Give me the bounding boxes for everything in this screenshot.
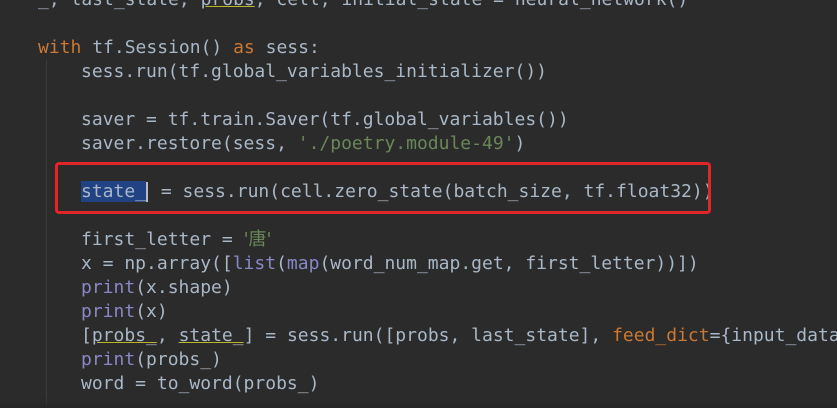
code-text: (: [276, 253, 287, 274]
code-text: first_letter =: [81, 229, 244, 250]
code-text: sess:: [254, 37, 320, 58]
code-text: ): [514, 133, 526, 154]
code-text: saver = tf.train.Saver(tf.global_variabl…: [81, 109, 569, 130]
code-line-13[interactable]: word = to_word(probs_): [81, 372, 319, 396]
code-line-4[interactable]: saver = tf.train.Saver(tf.global_variabl…: [81, 108, 569, 132]
text-cursor: [146, 182, 149, 202]
string-literal: '唐': [243, 229, 272, 250]
code-line-8[interactable]: x = np.array([list(map(word_num_map.get,…: [81, 252, 699, 276]
builtin-list: list: [232, 253, 277, 274]
code-text: state_: [178, 325, 244, 346]
code-text: ={input_data: x: [709, 325, 837, 346]
code-text: ,: [156, 325, 179, 346]
string-literal: './poetry.module-49': [297, 133, 515, 154]
code-text: (word_num_map.get, first_letter))]): [319, 253, 699, 274]
code-text: _, last_state,: [38, 0, 201, 10]
code-line-11[interactable]: [probs_, state_] = sess.run([probs, last…: [81, 324, 837, 348]
code-editor[interactable]: _, last_state, probs, cell, initial_stat…: [0, 0, 837, 408]
code-line-6-highlighted[interactable]: state_ = sess.run(cell.zero_state(batch_…: [81, 180, 714, 204]
code-text: x = np.array([: [81, 253, 233, 274]
code-text: tf.Session(): [81, 37, 234, 58]
code-text: [: [81, 325, 92, 346]
keyword-as: as: [233, 37, 255, 58]
code-line-12[interactable]: print(probs_): [81, 348, 222, 372]
code-text: (probs_): [135, 349, 222, 370]
code-text: , cell, initial_state = neural_network(): [255, 0, 688, 10]
keyword-param: feed_dict: [612, 325, 710, 346]
builtin-print: print: [81, 301, 136, 322]
code-text: probs: [201, 0, 255, 10]
code-text: (x.shape): [135, 277, 233, 298]
builtin-print: print: [81, 277, 136, 298]
builtin-map: map: [286, 253, 320, 274]
code-text: probs_: [91, 325, 157, 346]
code-line-3[interactable]: sess.run(tf.global_variables_initializer…: [81, 60, 547, 84]
code-text: ] = sess.run([probs, last_state],: [243, 325, 613, 346]
keyword-with: with: [38, 37, 82, 58]
code-line-7[interactable]: first_letter = '唐': [81, 228, 271, 252]
bottom-fade: [0, 398, 837, 408]
builtin-print: print: [81, 349, 136, 370]
code-line-1[interactable]: _, last_state, probs, cell, initial_stat…: [38, 0, 688, 12]
code-line-5[interactable]: saver.restore(sess, './poetry.module-49'…: [81, 132, 525, 156]
code-text: sess.run(tf.global_variables_initializer…: [81, 61, 547, 82]
code-text: saver.restore(sess,: [81, 133, 298, 154]
indent-guide: [46, 60, 47, 408]
code-text: word = to_word(probs_): [81, 373, 320, 394]
code-line-2[interactable]: with tf.Session() as sess:: [38, 36, 320, 60]
code-text: = sess.run(cell.zero_state(batch_size, t…: [150, 181, 714, 202]
selected-text: state_: [81, 181, 147, 202]
code-line-10[interactable]: print(x): [81, 300, 168, 324]
code-text: (x): [135, 301, 168, 322]
code-line-9[interactable]: print(x.shape): [81, 276, 233, 300]
